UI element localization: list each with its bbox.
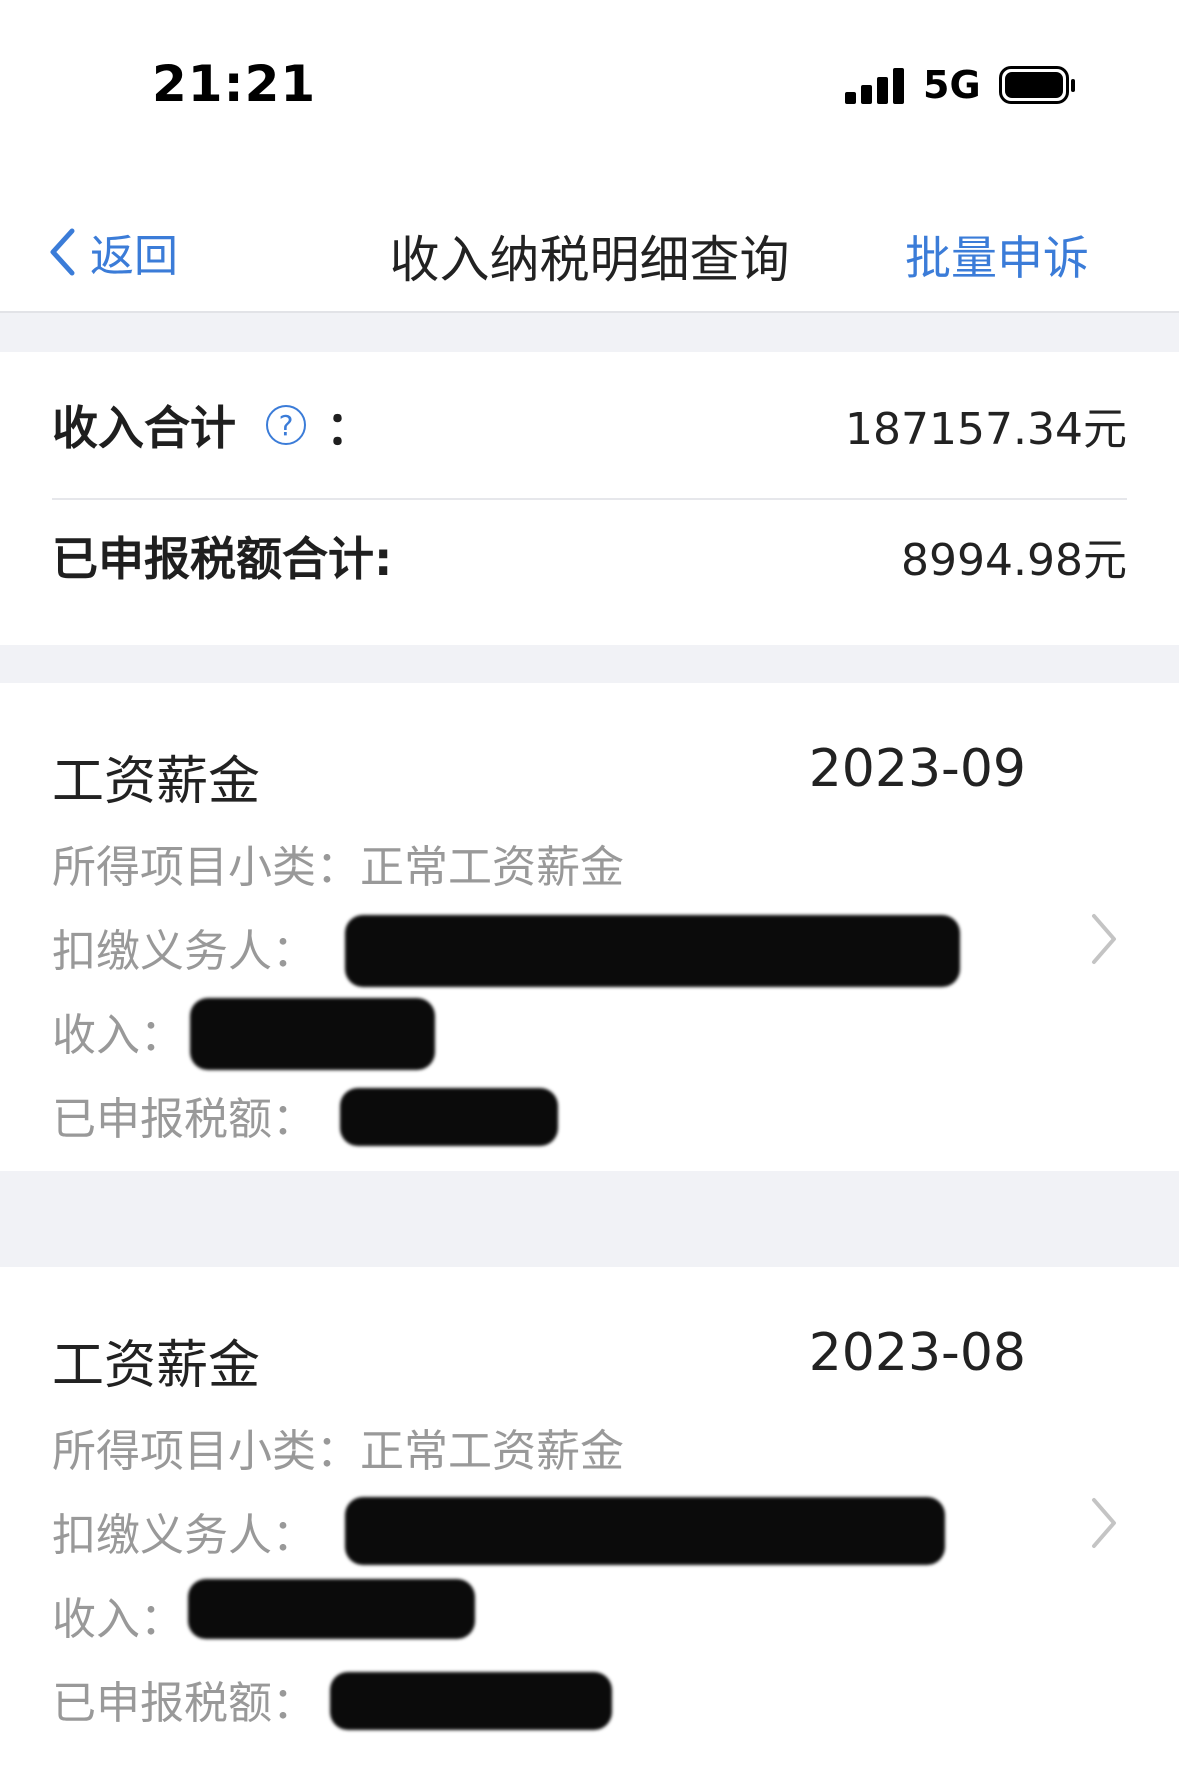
- subcategory-row: 所得项目小类：正常工资薪金: [52, 831, 624, 895]
- income-record-card[interactable]: 工资薪金 2023-08 所得项目小类：正常工资薪金 扣缴义务人： 收入： 已申…: [0, 1267, 1179, 1791]
- tax-total-label: 已申报税额合计:: [52, 532, 393, 586]
- chevron-right-icon: [1092, 1498, 1116, 1548]
- withholder-label: 扣缴义务人：: [52, 1510, 316, 1561]
- income-row: 收入：: [52, 1583, 184, 1647]
- summary-panel: 收入合计 ? ： 187157.34元 已申报税额合计: 8994.98元: [0, 352, 1179, 645]
- signal-icon: [845, 68, 905, 104]
- network-type: 5G: [923, 63, 981, 107]
- subcategory-label: 所得项目小类：: [52, 842, 360, 893]
- tax-total-value: 8994.98元: [901, 535, 1127, 586]
- nav-bar: 返回 收入纳税明细查询 批量申诉: [0, 160, 1179, 313]
- record-date: 2023-09: [808, 739, 1026, 799]
- redacted-income: [188, 1579, 475, 1639]
- withholder-label: 扣缴义务人：: [52, 926, 316, 977]
- income-total-value: 187157.34元: [845, 404, 1127, 455]
- help-icon[interactable]: ?: [266, 405, 306, 445]
- tax-row: 已申报税额：: [52, 1667, 316, 1731]
- redacted-tax: [330, 1672, 612, 1730]
- tax-label: 已申报税额：: [52, 1094, 316, 1145]
- battery-icon: [999, 66, 1075, 106]
- income-record-card[interactable]: 工资薪金 2023-09 所得项目小类：正常工资薪金 扣缴义务人： 收入： 已申…: [0, 683, 1179, 1171]
- chevron-right-icon: [1092, 914, 1116, 964]
- income-total-colon: ：: [326, 401, 372, 455]
- income-label: 收入：: [52, 1594, 184, 1645]
- record-title: 工资薪金: [52, 1336, 261, 1396]
- subcategory-value: 正常工资薪金: [360, 1426, 624, 1477]
- redacted-withholder: [345, 915, 960, 987]
- batch-appeal-button[interactable]: 批量申诉: [905, 222, 1089, 288]
- redacted-tax: [340, 1088, 558, 1146]
- income-total-label: 收入合计: [52, 401, 236, 455]
- subcategory-row: 所得项目小类：正常工资薪金: [52, 1415, 624, 1479]
- income-label: 收入：: [52, 1010, 184, 1061]
- record-title: 工资薪金: [52, 752, 261, 812]
- status-bar: 21:21 5G: [0, 0, 1179, 160]
- tax-row: 已申报税额：: [52, 1083, 316, 1147]
- income-row: 收入：: [52, 999, 184, 1063]
- tax-total-row: 已申报税额合计: 8994.98元: [52, 498, 1127, 614]
- subcategory-label: 所得项目小类：: [52, 1426, 360, 1477]
- status-time: 21:21: [152, 55, 317, 113]
- withholder-row: 扣缴义务人：: [52, 1499, 316, 1563]
- withholder-row: 扣缴义务人：: [52, 915, 316, 979]
- subcategory-value: 正常工资薪金: [360, 842, 624, 893]
- tax-label: 已申报税额：: [52, 1678, 316, 1729]
- income-total-row: 收入合计 ? ： 187157.34元: [52, 352, 1127, 500]
- record-date: 2023-08: [808, 1323, 1026, 1383]
- redacted-income: [190, 998, 435, 1070]
- redacted-withholder: [345, 1497, 945, 1565]
